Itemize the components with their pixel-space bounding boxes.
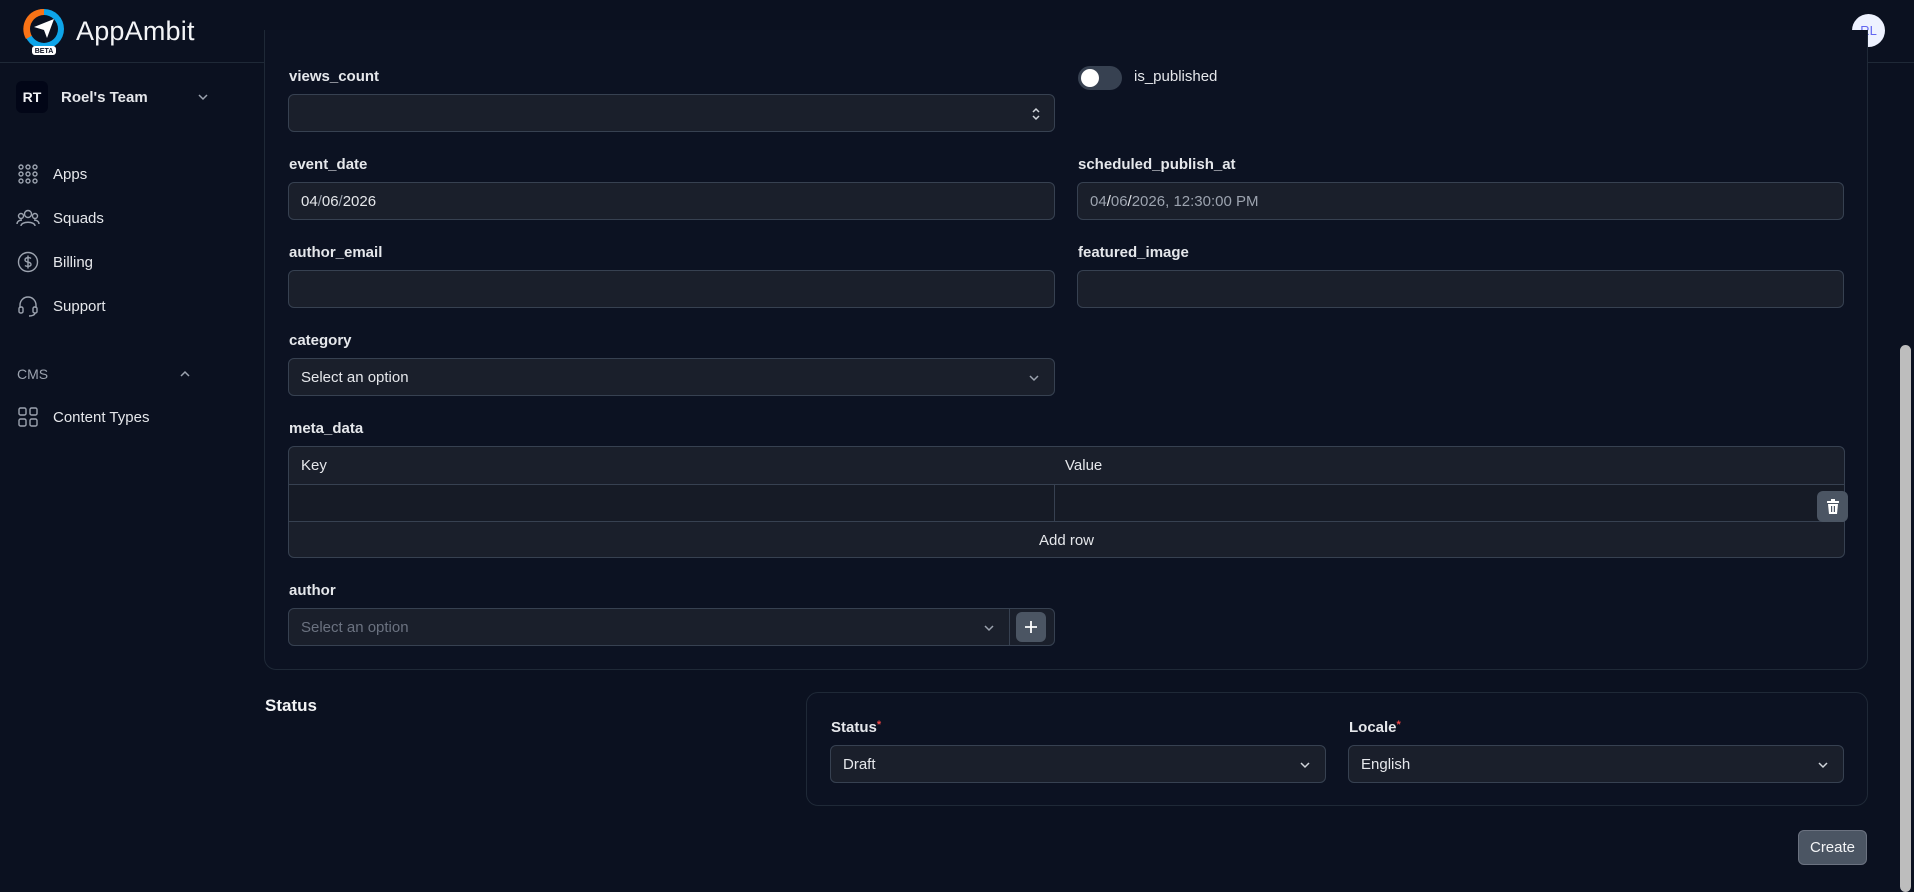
team-name: Roel's Team (61, 88, 148, 106)
views-count-label: views_count (289, 68, 380, 85)
squares-icon (16, 405, 40, 429)
scrollbar-thumb[interactable] (1900, 345, 1911, 892)
sidebar-item-label: Billing (53, 253, 94, 271)
chevron-down-icon (1300, 762, 1310, 769)
status-select[interactable]: Draft (830, 745, 1326, 783)
date-year: 2026 (342, 192, 377, 210)
add-author-button[interactable] (1016, 612, 1046, 642)
sidebar-item-squads[interactable]: Squads (16, 200, 211, 236)
sidebar-item-apps[interactable]: Apps (16, 156, 211, 192)
featured-image-label: featured_image (1078, 244, 1189, 261)
cms-section-toggle[interactable]: CMS (17, 363, 193, 385)
datetime-year: 2026 (1131, 192, 1166, 210)
delete-row-button[interactable] (1817, 491, 1848, 522)
category-select[interactable]: Select an option (288, 358, 1055, 396)
number-stepper-icon[interactable] (1030, 105, 1042, 123)
datetime-month: 04 (1090, 192, 1107, 210)
sidebar-item-billing[interactable]: Billing (16, 244, 211, 280)
sidebar-item-support[interactable]: Support (16, 288, 211, 324)
meta-data-table: Key Value Add row (288, 446, 1848, 558)
locale-label-text: Locale (1349, 719, 1397, 736)
beta-badge: BETA (35, 48, 54, 55)
author-placeholder: Select an option (301, 618, 409, 636)
category-label: category (289, 332, 352, 349)
grid-dots-icon (16, 162, 40, 186)
sidebar: RT Roel's Team Apps Squads Billing Suppo… (0, 63, 220, 892)
date-month: 04 (301, 192, 318, 210)
status-section-title: Status (265, 696, 317, 715)
is-published-label: is_published (1134, 68, 1218, 85)
datetime-day: 06 (1110, 192, 1128, 210)
brand-name: AppAmbit (76, 15, 195, 46)
section-title: CMS (17, 366, 49, 382)
add-row-button[interactable]: Add row (289, 522, 1844, 558)
scheduled-publish-at-label: scheduled_publish_at (1078, 156, 1236, 173)
toggle-knob (1081, 69, 1099, 87)
table-row (289, 485, 1848, 522)
author-select[interactable]: Select an option (288, 608, 1055, 646)
required-marker: * (1396, 719, 1401, 731)
locale-label: Locale* (1349, 719, 1401, 736)
is-published-toggle[interactable] (1078, 66, 1122, 90)
value-input[interactable] (1055, 485, 1805, 522)
featured-image-input[interactable] (1077, 270, 1844, 308)
event-date-label: event_date (289, 156, 368, 173)
status-value: Draft (843, 755, 876, 773)
locale-value: English (1361, 755, 1411, 773)
sidebar-item-content-types[interactable]: Content Types (16, 399, 211, 435)
status-label-text: Status (831, 719, 877, 736)
meta-data-label: meta_data (289, 420, 364, 437)
select-divider (1009, 609, 1010, 645)
users-icon (16, 206, 40, 230)
chevron-down-icon (198, 94, 208, 101)
value-column-header: Value (1065, 457, 1103, 474)
headset-icon (16, 294, 40, 318)
table-header: Key Value (289, 447, 1844, 485)
datetime-time: 12:30:00 PM (1173, 192, 1259, 210)
key-column-header: Key (301, 457, 327, 474)
chevron-down-icon (1818, 762, 1828, 769)
event-date-input[interactable]: 04/06/2026 (288, 182, 1055, 220)
author-label: author (289, 582, 336, 599)
required-marker: * (876, 719, 882, 731)
sidebar-item-label: Support (53, 297, 106, 315)
dollar-circle-icon (16, 250, 40, 274)
date-day: 06 (321, 192, 339, 210)
sidebar-item-label: Content Types (53, 408, 150, 426)
views-count-input[interactable] (288, 94, 1055, 132)
chevron-down-icon (1029, 375, 1039, 382)
chevron-up-icon (180, 370, 190, 377)
locale-select[interactable]: English (1348, 745, 1844, 783)
plus-icon (1025, 621, 1037, 633)
create-button[interactable]: Create (1798, 830, 1867, 865)
author-email-input[interactable] (288, 270, 1055, 308)
key-input[interactable] (289, 485, 1054, 522)
category-value: Select an option (301, 368, 409, 386)
sidebar-item-label: Squads (53, 209, 104, 227)
sidebar-item-label: Apps (53, 165, 88, 183)
scheduled-publish-at-input[interactable]: 04/06/2026, 12:30:00 PM (1077, 182, 1844, 220)
team-avatar: RT (16, 81, 48, 113)
author-email-label: author_email (289, 244, 383, 261)
team-switcher[interactable]: RT Roel's Team (16, 81, 211, 113)
appambit-logo[interactable]: BETA (20, 7, 68, 55)
status-label: Status* (831, 719, 881, 736)
chevron-down-icon (984, 625, 994, 632)
trash-icon (1826, 498, 1839, 514)
